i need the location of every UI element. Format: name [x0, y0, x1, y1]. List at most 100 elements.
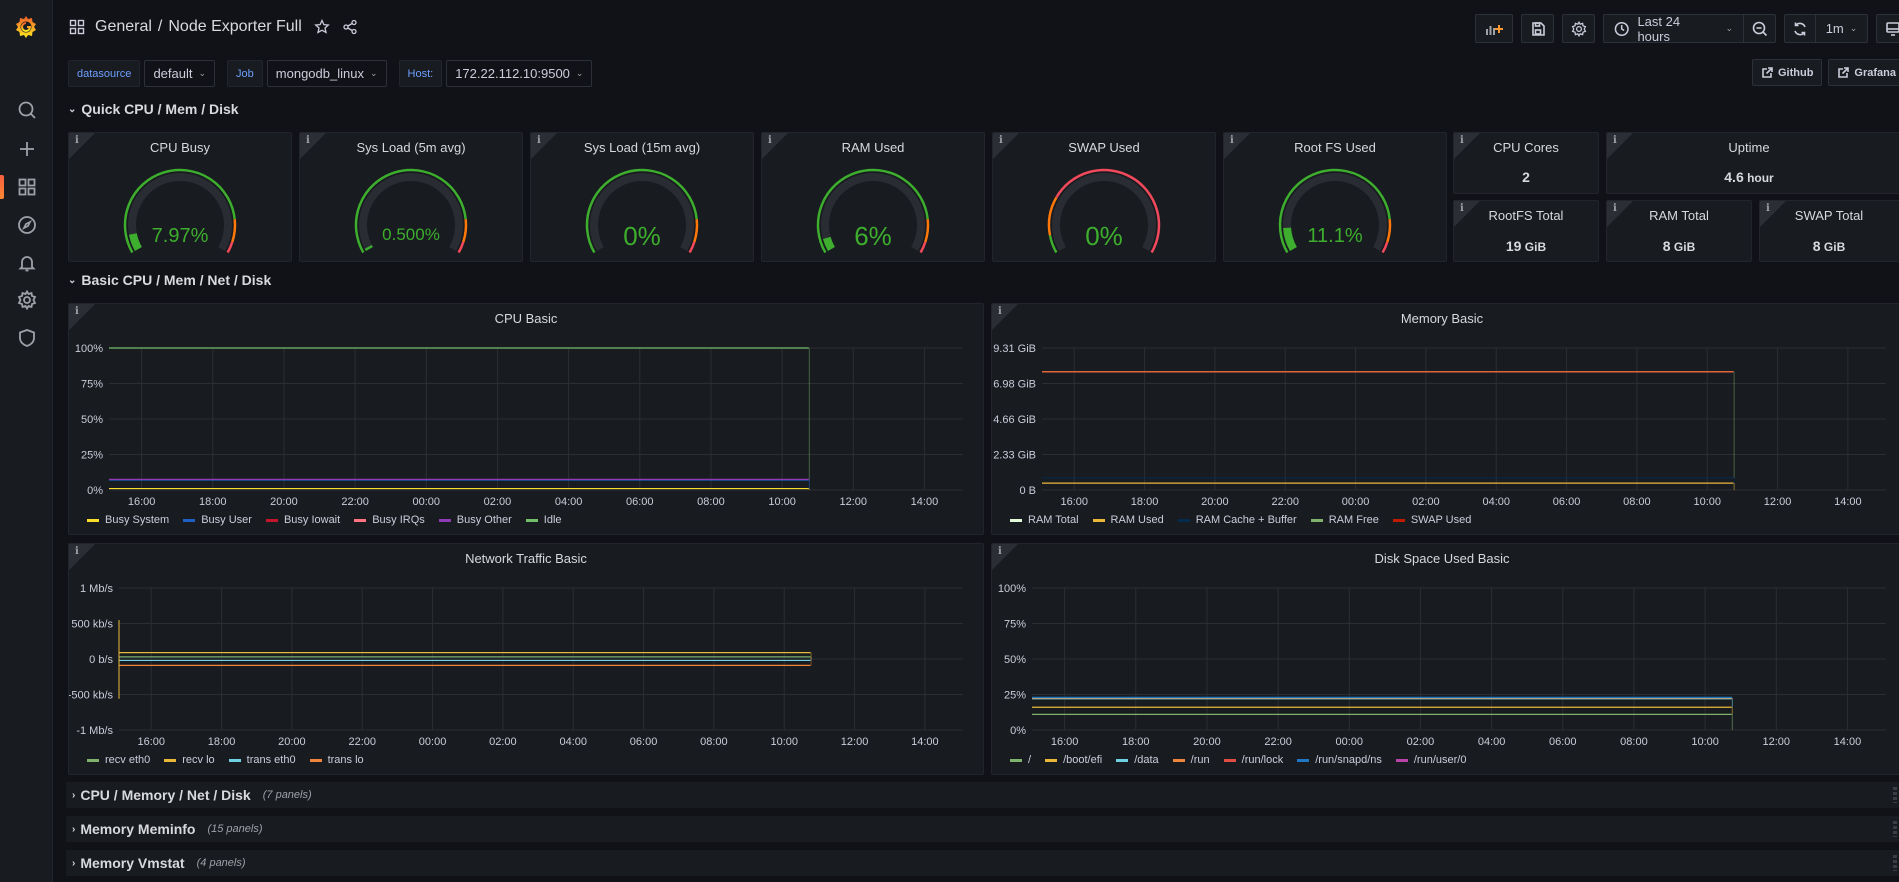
legend-item[interactable]: Busy User [183, 514, 252, 526]
variable-select-host[interactable]: 172.22.112.10:9500 ⌄ [446, 60, 593, 87]
collapsed-row-cpu-memory-net-disk[interactable]: › CPU / Memory / Net / Disk (7 panels) [66, 782, 1899, 808]
refresh-picker[interactable]: 1m ⌄ [1784, 14, 1868, 43]
x-tick-label: 14:00 [911, 496, 939, 508]
zoom-out-button[interactable] [1744, 15, 1775, 42]
collapsed-row-memory-vmstat[interactable]: › Memory Vmstat (4 panels) [66, 850, 1899, 876]
share-icon[interactable] [342, 19, 358, 35]
legend-item[interactable]: Busy Other [438, 514, 512, 526]
row-title: Quick CPU / Mem / Disk [81, 101, 239, 117]
x-tick-label: 22:00 [1271, 496, 1299, 508]
y-tick-label: 50% [1004, 654, 1026, 666]
series-trans-lo-area [810, 659, 812, 666]
sidebar-item-alerting[interactable] [0, 247, 53, 279]
panel-title[interactable]: Sys Load (15m avg) [531, 140, 753, 155]
legend-item[interactable]: recv lo [164, 754, 215, 766]
x-tick-label: 20:00 [1201, 496, 1229, 508]
clock-icon [1614, 21, 1629, 36]
variable-value: default [153, 66, 193, 81]
row-header-basic[interactable]: ⌄ Basic CPU / Mem / Net / Disk [68, 272, 271, 288]
panel-title[interactable]: Sys Load (5m avg) [300, 140, 522, 155]
panel-title[interactable]: SWAP Total [1760, 208, 1898, 223]
legend-item[interactable]: /boot/efi [1045, 754, 1102, 766]
row-header-quick[interactable]: ⌄ Quick CPU / Mem / Disk [68, 101, 239, 117]
legend-item[interactable]: SWAP Used [1392, 514, 1471, 526]
link-label: Grafana [1854, 66, 1896, 79]
variable-select-job[interactable]: mongodb_linux ⌄ [266, 60, 387, 87]
legend-item[interactable]: Idle [525, 514, 562, 526]
legend-item[interactable]: / [1010, 754, 1031, 766]
panel-title[interactable]: RAM Total [1607, 208, 1751, 223]
sidebar-item-search[interactable] [0, 94, 53, 126]
legend-item[interactable]: RAM Free [1310, 514, 1379, 526]
add-panel-button[interactable] [1475, 14, 1513, 43]
sidebar-item-dashboards[interactable] [0, 171, 53, 203]
legend-swatch [354, 518, 367, 522]
legend-swatch [1010, 758, 1022, 762]
gauge-value: 0.500% [382, 225, 440, 244]
legend-item[interactable]: /data [1116, 754, 1159, 766]
legend-item[interactable]: Busy Iowait [265, 514, 340, 526]
panel-title[interactable]: SWAP Used [993, 140, 1215, 155]
link-github[interactable]: Github [1751, 59, 1823, 86]
stat-panel-cpu-cores: i CPU Cores 2 [1453, 132, 1599, 194]
x-tick-label: 20:00 [270, 496, 298, 508]
legend-item[interactable]: recv eth0 [87, 754, 150, 766]
legend-item[interactable]: Busy IRQs [354, 514, 425, 526]
legend-item[interactable]: Busy System [87, 514, 169, 526]
sidebar-item-server-admin[interactable] [0, 322, 53, 354]
panel-title[interactable]: CPU Busy [69, 140, 291, 155]
legend-swatch [438, 518, 451, 522]
panel-title[interactable]: CPU Cores [1454, 140, 1598, 155]
panel-title[interactable]: RootFS Total [1454, 208, 1598, 223]
graph-panel-cpu-basic: i CPU Basic 0% 25% 50% 75% 100% 16:00 18:00 20:… [68, 303, 984, 535]
dashboard-title[interactable]: Node Exporter Full [168, 18, 301, 36]
y-tick-label: 2.33 GiB [993, 450, 1036, 462]
sidebar-item-explore[interactable] [0, 209, 53, 241]
x-tick-label: 00:00 [413, 496, 441, 508]
legend-item[interactable]: /run [1172, 754, 1210, 766]
legend-item[interactable]: RAM Total [1010, 514, 1079, 526]
x-tick-label: 06:00 [1549, 736, 1577, 748]
x-tick-label: 08:00 [697, 496, 725, 508]
drag-handle-icon[interactable] [1893, 855, 1897, 871]
drag-handle-icon[interactable] [1893, 787, 1897, 803]
tv-mode-button[interactable] [1876, 14, 1899, 43]
legend-item[interactable]: /run/snapd/ns [1297, 754, 1382, 766]
link-grafana[interactable]: Grafana [1828, 59, 1899, 86]
external-link-icon [1838, 66, 1850, 78]
panel-title[interactable]: RAM Used [762, 140, 984, 155]
legend-item[interactable]: trans lo [309, 754, 364, 766]
legend-item[interactable]: RAM Used [1092, 514, 1164, 526]
variable-select-datasource[interactable]: default ⌄ [144, 60, 216, 87]
legend-swatch [164, 758, 177, 762]
legend-label: Busy System [105, 514, 170, 526]
dashboard-settings-button[interactable] [1562, 14, 1595, 43]
sidebar-item-create[interactable] [0, 133, 53, 165]
star-icon[interactable] [313, 19, 330, 35]
sidebar-item-configuration[interactable] [0, 284, 53, 316]
variable-label-job: Job [227, 60, 263, 87]
legend-item[interactable]: /run/lock [1223, 754, 1283, 766]
gauge-value: 6% [854, 221, 892, 251]
legend-item[interactable]: trans eth0 [228, 754, 296, 766]
panel-title[interactable]: Root FS Used [1224, 140, 1446, 155]
panel-title[interactable]: Uptime [1607, 140, 1891, 155]
x-tick-label: 08:00 [700, 736, 728, 748]
dashboard-breadcrumb: General / Node Exporter Full [69, 18, 358, 36]
grafana-logo-icon[interactable] [13, 14, 39, 40]
chevron-down-icon: ⌄ [1849, 23, 1858, 33]
legend-label: /run/user/0 [1413, 754, 1467, 766]
breadcrumb-folder[interactable]: General [95, 18, 152, 36]
legend-swatch [1092, 518, 1105, 522]
time-range-button[interactable]: Last 24 hours ⌄ [1604, 14, 1744, 44]
time-picker[interactable]: Last 24 hours ⌄ [1603, 14, 1776, 44]
refresh-interval-select[interactable]: 1m ⌄ [1816, 21, 1867, 36]
legend-item[interactable]: RAM Cache + Buffer [1177, 514, 1297, 526]
legend-label: Busy User [201, 514, 252, 526]
refresh-button[interactable] [1785, 15, 1816, 42]
drag-handle-icon[interactable] [1893, 821, 1897, 837]
collapsed-row-memory-meminfo[interactable]: › Memory Meminfo (15 panels) [66, 816, 1899, 842]
x-tick-label: 18:00 [208, 736, 236, 748]
legend-item[interactable]: /run/user/0 [1395, 754, 1467, 766]
save-dashboard-button[interactable] [1521, 14, 1554, 43]
